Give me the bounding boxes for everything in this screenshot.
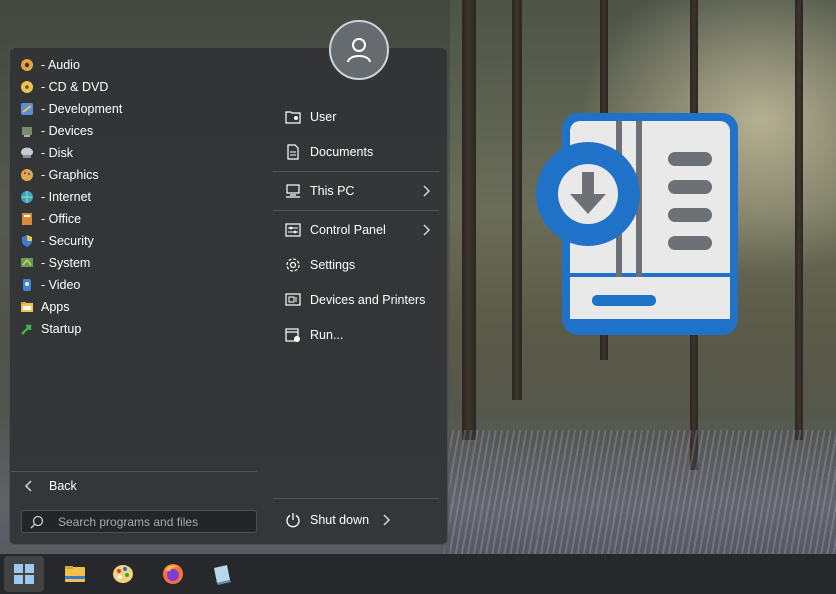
program-item-disk[interactable]: - Disk bbox=[19, 142, 122, 164]
video-icon bbox=[19, 277, 35, 293]
tree-trunk bbox=[795, 0, 803, 440]
power-icon bbox=[286, 513, 300, 528]
program-item-office[interactable]: - Office bbox=[19, 208, 122, 230]
grass-field bbox=[440, 430, 836, 554]
program-item-security[interactable]: - Security bbox=[19, 230, 122, 252]
app-logo bbox=[536, 113, 738, 335]
program-label: - Internet bbox=[41, 190, 92, 204]
taskbar-paint[interactable] bbox=[103, 556, 143, 592]
search-input[interactable] bbox=[56, 513, 250, 530]
menu-item-settings[interactable]: Settings bbox=[273, 249, 439, 281]
chevron-right-icon bbox=[423, 224, 430, 236]
app-icon bbox=[214, 565, 231, 585]
back-label: Back bbox=[49, 479, 77, 493]
program-item-development[interactable]: - Development bbox=[19, 98, 122, 120]
menu-item-label: This PC bbox=[310, 184, 355, 198]
internet-icon bbox=[19, 189, 35, 205]
system-icon bbox=[19, 255, 35, 271]
program-label: - System bbox=[41, 256, 91, 270]
disk-icon bbox=[19, 145, 35, 161]
program-item-system[interactable]: - System bbox=[19, 252, 122, 274]
graphics-icon bbox=[19, 167, 35, 183]
menu-item-devices-printers[interactable]: Devices and Printers bbox=[273, 284, 439, 316]
program-item-video[interactable]: - Video bbox=[19, 274, 122, 296]
menu-item-this-pc[interactable]: This PC bbox=[273, 175, 439, 207]
menu-item-documents[interactable]: Documents bbox=[273, 136, 439, 168]
program-item-startup[interactable]: Startup bbox=[19, 318, 122, 340]
control-panel-icon bbox=[282, 219, 304, 241]
program-label: - Video bbox=[41, 278, 81, 292]
menu-item-label: Documents bbox=[310, 145, 374, 159]
search-icon bbox=[30, 515, 44, 528]
startup-icon bbox=[19, 321, 35, 337]
divider bbox=[11, 471, 257, 472]
shutdown-button[interactable]: Shut down bbox=[284, 511, 391, 529]
program-item-cd-dvd[interactable]: - CD & DVD bbox=[19, 76, 122, 98]
menu-item-label: Settings bbox=[310, 258, 356, 272]
user-avatar[interactable] bbox=[329, 20, 389, 80]
program-label: - Disk bbox=[41, 146, 73, 160]
taskbar bbox=[0, 554, 836, 594]
tree-trunk bbox=[462, 0, 476, 440]
chevron-right-icon bbox=[423, 185, 430, 197]
user-icon bbox=[347, 38, 371, 63]
program-list: - Audio - CD & DVD - Development - Devic… bbox=[19, 54, 122, 340]
shutdown-label: Shut down bbox=[310, 513, 370, 527]
taskbar-app[interactable] bbox=[202, 556, 242, 592]
taskbar-firefox[interactable] bbox=[153, 556, 193, 592]
program-label: - CD & DVD bbox=[41, 80, 109, 94]
menu-divider bbox=[273, 210, 439, 211]
run-icon bbox=[282, 324, 304, 346]
back-button[interactable]: Back bbox=[21, 477, 77, 495]
program-item-audio[interactable]: - Audio bbox=[19, 54, 122, 76]
printer-icon bbox=[282, 289, 304, 311]
chevron-left-icon bbox=[25, 480, 32, 492]
program-item-devices[interactable]: - Devices bbox=[19, 120, 122, 142]
paint-icon bbox=[113, 565, 133, 583]
program-item-internet[interactable]: - Internet bbox=[19, 186, 122, 208]
user-folder-icon bbox=[282, 106, 304, 128]
program-item-apps[interactable]: Apps bbox=[19, 296, 122, 318]
menu-item-label: Run... bbox=[310, 328, 344, 342]
program-item-graphics[interactable]: - Graphics bbox=[19, 164, 122, 186]
office-icon bbox=[19, 211, 35, 227]
disc-icon bbox=[19, 79, 35, 95]
program-label: - Security bbox=[41, 234, 94, 248]
apps-folder-icon bbox=[19, 299, 35, 315]
menu-item-user[interactable]: User bbox=[273, 101, 439, 133]
computer-icon bbox=[282, 180, 304, 202]
devices-icon bbox=[19, 123, 35, 139]
chevron-right-icon bbox=[383, 514, 391, 526]
menu-item-run[interactable]: Run... bbox=[273, 319, 439, 351]
start-button[interactable] bbox=[4, 556, 44, 592]
menu-item-control-panel[interactable]: Control Panel bbox=[273, 214, 439, 246]
taskbar-file-explorer[interactable] bbox=[55, 556, 95, 592]
program-label: Apps bbox=[41, 300, 70, 314]
tree-trunk bbox=[512, 0, 522, 400]
program-label: - Development bbox=[41, 102, 123, 116]
program-label: - Audio bbox=[41, 58, 80, 72]
file-explorer-icon bbox=[65, 566, 85, 582]
menu-divider bbox=[273, 171, 439, 172]
development-icon bbox=[19, 101, 35, 117]
search-box[interactable] bbox=[21, 510, 257, 533]
program-label: - Devices bbox=[41, 124, 94, 138]
start-button-icon bbox=[14, 564, 34, 584]
audio-icon bbox=[19, 57, 35, 73]
security-icon bbox=[19, 233, 35, 249]
divider bbox=[273, 498, 439, 499]
document-icon bbox=[282, 141, 304, 163]
menu-item-label: User bbox=[310, 110, 337, 124]
firefox-icon bbox=[163, 564, 183, 584]
gear-icon bbox=[282, 254, 304, 276]
program-label: - Office bbox=[41, 212, 82, 226]
program-label: - Graphics bbox=[41, 168, 99, 182]
program-label: Startup bbox=[41, 322, 82, 336]
menu-item-label: Control Panel bbox=[310, 223, 386, 237]
menu-item-label: Devices and Printers bbox=[310, 293, 426, 307]
start-menu: - Audio - CD & DVD - Development - Devic… bbox=[9, 20, 448, 545]
